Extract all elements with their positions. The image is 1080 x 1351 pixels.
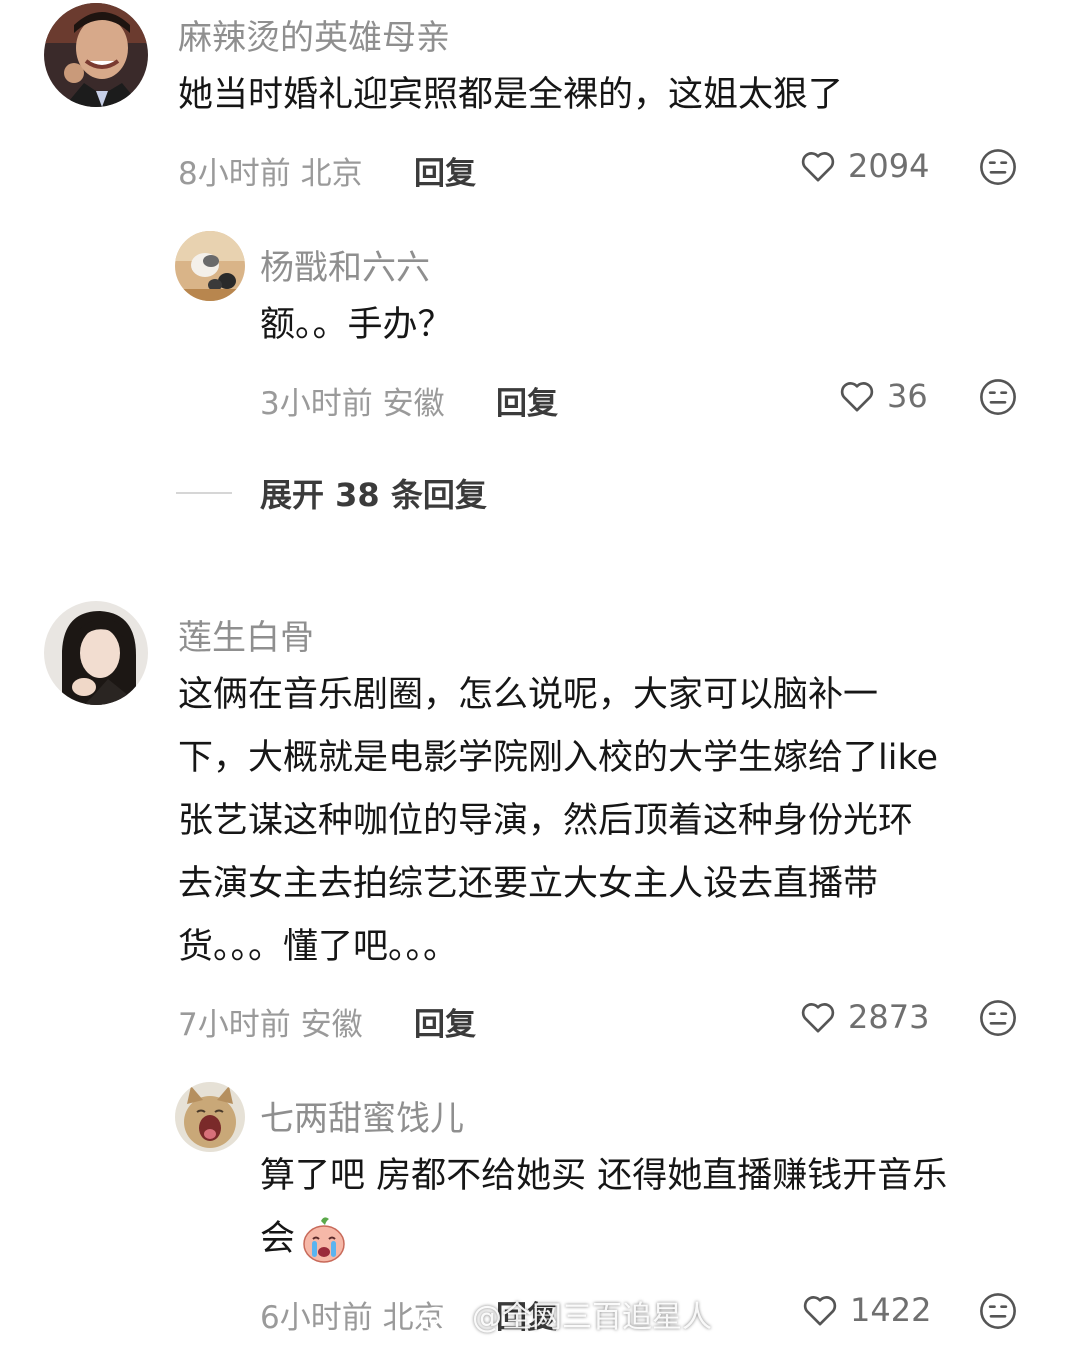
- like-button[interactable]: 1422: [800, 1290, 931, 1330]
- like-count: 1422: [850, 1291, 932, 1329]
- avatar[interactable]: [175, 1082, 245, 1152]
- meh-face-icon[interactable]: [977, 376, 1019, 418]
- meh-face-icon[interactable]: [977, 997, 1019, 1039]
- like-count: 36: [887, 377, 928, 415]
- comment-text-line: 这俩在音乐剧圈，怎么说呢，大家可以脑补一: [178, 675, 879, 715]
- reply-text-line-2: 会: [260, 1208, 947, 1271]
- reply-text-line: 算了吧 房都不给她买 还得她直播赚钱开音乐: [260, 1156, 948, 1196]
- reply-username[interactable]: 杨戬和六六: [260, 240, 430, 289]
- watermark-text: @全网三百追星人: [472, 1300, 712, 1335]
- like-button[interactable]: 2094: [798, 146, 929, 186]
- reply-text: 额。。手办？: [260, 305, 453, 345]
- reply-button[interactable]: 回复: [414, 148, 476, 193]
- avatar[interactable]: [44, 3, 148, 107]
- avatar[interactable]: [44, 601, 148, 705]
- divider: [176, 492, 232, 494]
- reply-time-location: 3小时前 安徽: [260, 386, 445, 422]
- like-count: 2873: [848, 998, 930, 1036]
- reply-time-location: 6小时前 北京: [260, 1300, 445, 1336]
- reply-text: 算了吧 房都不给她买 还得她直播赚钱开音乐 会: [260, 1145, 947, 1271]
- watermark: @全网三百追星人: [418, 1292, 712, 1336]
- avatar-cats-icon: [175, 231, 245, 301]
- comment-text-line: 货。。。懂了吧。。。: [178, 927, 459, 967]
- reply-username[interactable]: 七两甜蜜饯儿: [260, 1091, 464, 1140]
- heart-outline-icon: [803, 1296, 837, 1326]
- expand-replies-button[interactable]: 展开 38 条回复: [176, 470, 487, 516]
- heart-outline-icon: [801, 152, 835, 182]
- comment-text: 这俩在音乐剧圈，怎么说呢，大家可以脑补一 下，大概就是电影学院刚入校的大学生嫁给…: [178, 664, 938, 979]
- comment-time-location: 8小时前 北京: [178, 156, 363, 192]
- heart-outline-icon: [801, 1003, 835, 1033]
- expand-replies-label: 展开 38 条回复: [260, 476, 487, 514]
- heart-outline-icon: [840, 382, 874, 412]
- reply-text-line: 会: [260, 1219, 296, 1259]
- avatar-man-smiling-icon: [44, 3, 148, 107]
- comment-text-line: 下，大概就是电影学院刚入校的大学生嫁给了like: [178, 738, 939, 778]
- comment-username[interactable]: 麻辣烫的英雄母亲: [178, 10, 450, 59]
- avatar-cat-yawning-icon: [175, 1082, 245, 1152]
- meh-face-icon[interactable]: [977, 146, 1019, 188]
- like-button[interactable]: 2873: [798, 997, 929, 1037]
- avatar-woman-icon: [44, 601, 148, 705]
- avatar[interactable]: [175, 231, 245, 301]
- like-button[interactable]: 36: [837, 376, 928, 416]
- comment-text: 她当时婚礼迎宾照都是全裸的，这姐太狠了: [178, 75, 844, 115]
- comment-text-line: 去演女主去拍综艺还要立大女主人设去直播带: [178, 864, 879, 904]
- comment-time-location: 7小时前 安徽: [178, 1007, 363, 1043]
- reply-button[interactable]: 回复: [496, 378, 558, 423]
- crying-face-emoji-icon: [303, 1216, 345, 1263]
- like-count: 2094: [848, 147, 930, 185]
- meh-face-icon[interactable]: [977, 1290, 1019, 1332]
- weibo-logo-icon: [419, 1299, 460, 1332]
- comment-text-line: 张艺谋这种咖位的导演，然后顶着这种身份光环: [178, 801, 914, 841]
- reply-button[interactable]: 回复: [414, 999, 476, 1044]
- comment-username[interactable]: 莲生白骨: [178, 610, 314, 659]
